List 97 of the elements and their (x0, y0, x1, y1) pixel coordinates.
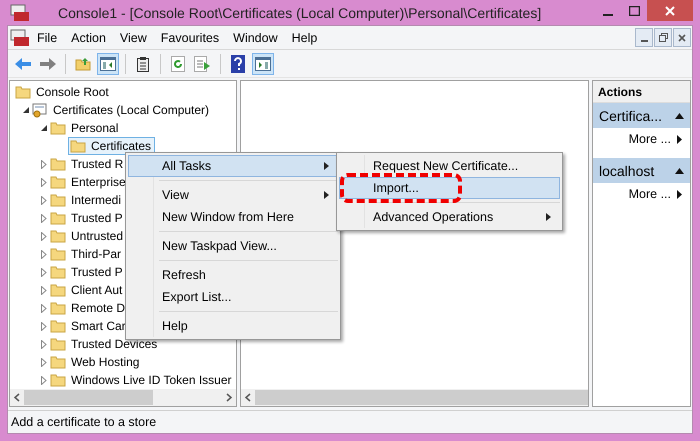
folder-icon (50, 247, 66, 261)
window-title: Console1 - [Console Root\Certificates (Local Computer)\Personal\Certificates] (58, 4, 542, 20)
tree-item[interactable]: Intermedi (69, 192, 124, 208)
scrollbar-thumb[interactable] (255, 390, 588, 405)
collapsed-arrow-icon[interactable] (41, 322, 47, 330)
app-icon (10, 4, 30, 22)
collapsed-arrow-icon[interactable] (41, 196, 47, 204)
folder-icon (50, 373, 66, 387)
tree-item[interactable]: Client Aut (69, 282, 124, 298)
folder-icon (50, 337, 66, 351)
menu-item[interactable]: New Window from Here (128, 206, 338, 228)
menu-item[interactable]: Window (226, 28, 285, 46)
horizontal-scrollbar[interactable] (241, 389, 588, 406)
arrow-icon (677, 190, 682, 198)
menu-item[interactable]: Help (284, 28, 324, 46)
collapsed-arrow-icon[interactable] (41, 232, 47, 240)
action-pane-toggle-icon[interactable] (252, 52, 274, 74)
collapsed-arrow-icon[interactable] (41, 214, 47, 222)
scrollbar-thumb[interactable] (24, 390, 154, 405)
app-icon[interactable] (10, 28, 30, 46)
folder-icon (50, 121, 66, 135)
submenu-arrow-icon (324, 162, 329, 170)
minimize-button[interactable] (635, 28, 653, 47)
tree-item[interactable]: Trusted P (69, 264, 125, 280)
menu-item[interactable]: Export List... (128, 286, 338, 308)
horizontal-scrollbar[interactable] (10, 389, 236, 406)
action-link[interactable]: More ... (593, 128, 690, 150)
tree-item[interactable]: Personal (69, 120, 120, 136)
maximize-icon (628, 6, 640, 16)
folder-icon (50, 157, 66, 171)
collapse-arrow-icon (675, 168, 684, 174)
close-button[interactable] (647, 0, 693, 21)
folder-icon (50, 355, 66, 369)
submenu-arrow-icon (546, 213, 551, 221)
menu-item[interactable]: Refresh (128, 264, 338, 286)
folder-icon (50, 283, 66, 297)
menu-item[interactable]: New Taskpad View... (128, 235, 338, 257)
tree-item[interactable]: Trusted R (69, 156, 126, 172)
close-button[interactable] (673, 28, 691, 47)
folder-icon (15, 85, 31, 99)
collapsed-arrow-icon[interactable] (41, 286, 47, 294)
tree-item[interactable]: Certificates (Local Computer) (51, 102, 212, 118)
actions-heading: Actions (593, 81, 690, 103)
tree-item[interactable]: Smart Car (69, 318, 128, 334)
tree-item[interactable]: Third-Par (69, 246, 124, 262)
tree-item[interactable]: Untrusted (69, 228, 126, 244)
menu-item[interactable]: File (30, 28, 64, 46)
minimize-icon (640, 40, 648, 42)
folder-icon (50, 175, 66, 189)
tree-item[interactable]: Trusted P (69, 210, 125, 226)
menu-item[interactable]: View (112, 28, 154, 46)
status-text: Add a certificate to a store (8, 410, 692, 433)
close-icon (678, 34, 686, 42)
restore-button[interactable] (654, 28, 672, 47)
menu-item[interactable]: Help (128, 315, 338, 337)
arrow-icon (677, 134, 682, 144)
menu-item[interactable]: All Tasks (128, 155, 338, 177)
collapsed-arrow-icon[interactable] (41, 178, 47, 186)
tree-item[interactable]: Console Root (34, 84, 111, 100)
folder-icon (50, 211, 66, 225)
collapsed-arrow-icon[interactable] (41, 304, 47, 312)
action-link[interactable]: More ... (593, 183, 690, 205)
collapsed-arrow-icon[interactable] (41, 268, 47, 276)
tree-item[interactable]: Web Hosting (69, 354, 142, 370)
menu-item[interactable]: Action (64, 28, 113, 46)
expanded-arrow-icon[interactable] (22, 106, 30, 114)
collapsed-arrow-icon[interactable] (41, 250, 47, 258)
tree-item[interactable]: Windows Live ID Token Issuer (69, 372, 234, 388)
menu-item[interactable]: View (128, 184, 338, 206)
action-section-header[interactable]: Certifica... (593, 103, 690, 128)
menu-item[interactable]: Advanced Operations (339, 206, 560, 228)
menu-item[interactable]: Import... (339, 177, 560, 199)
expanded-arrow-icon[interactable] (40, 124, 48, 132)
action-section-header[interactable]: localhost (593, 158, 690, 183)
folder-icon (70, 139, 86, 153)
collapsed-arrow-icon[interactable] (41, 160, 47, 168)
folder-icon (50, 193, 66, 207)
folder-icon (50, 319, 66, 333)
minimize-icon (603, 14, 613, 16)
collapse-arrow-icon (675, 112, 684, 118)
menu-item[interactable]: Favourites (154, 28, 226, 46)
close-icon (665, 6, 675, 16)
folder-icon (50, 301, 66, 315)
submenu-arrow-icon (324, 191, 329, 199)
tree-item[interactable]: Enterprise (69, 174, 128, 190)
folder-icon (50, 229, 66, 243)
certificate-icon (32, 102, 48, 118)
restore-icon (658, 33, 668, 42)
tree-item[interactable]: Remote D (69, 300, 128, 316)
tree-item[interactable]: Certificates (68, 137, 156, 155)
menu-item[interactable]: Request New Certificate... (339, 155, 560, 177)
folder-icon (50, 265, 66, 279)
tree-item[interactable]: Trusted Devices (69, 336, 160, 352)
collapsed-arrow-icon[interactable] (41, 376, 47, 384)
tree-toggle-icon[interactable] (97, 52, 119, 74)
collapsed-arrow-icon[interactable] (41, 340, 47, 348)
collapsed-arrow-icon[interactable] (41, 358, 47, 366)
